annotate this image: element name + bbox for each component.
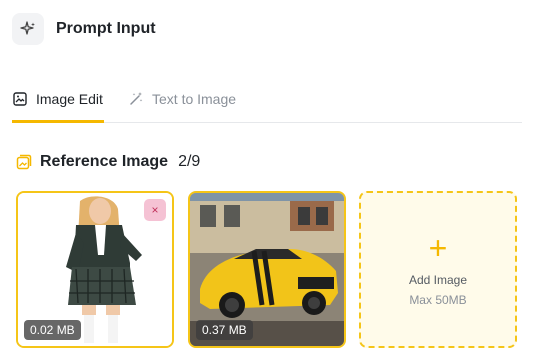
image-size-badge: 0.02 MB xyxy=(24,320,81,340)
max-size-hint: Max 50MB xyxy=(409,292,467,307)
image-size-badge: 0.37 MB xyxy=(196,320,253,340)
header: Prompt Input xyxy=(12,13,156,45)
image-edit-icon xyxy=(13,92,27,106)
reference-image-card-1[interactable]: × 0.02 MB xyxy=(16,191,174,348)
reference-image-card-2[interactable]: 0.37 MB xyxy=(188,191,346,348)
plus-icon: + xyxy=(428,229,448,266)
reference-image-heading: Reference Image 2/9 xyxy=(16,153,200,171)
tab-text-to-image[interactable]: Text to Image xyxy=(128,86,236,122)
tab-image-edit-label: Image Edit xyxy=(36,91,103,107)
reference-image-title: Reference Image xyxy=(40,153,169,170)
tab-image-edit[interactable]: Image Edit xyxy=(12,86,104,123)
tab-text-to-image-label: Text to Image xyxy=(152,91,237,107)
page-title: Prompt Input xyxy=(56,20,156,37)
reference-image-count: 2/9 xyxy=(178,153,201,170)
tab-bar: Image Edit Text to Image xyxy=(12,86,522,123)
sparkle-icon xyxy=(12,13,44,45)
add-image-button[interactable]: + Add Image Max 50MB xyxy=(359,191,517,348)
image-gallery-icon xyxy=(16,154,32,170)
magic-wand-icon xyxy=(130,92,143,105)
remove-image-button[interactable]: × xyxy=(144,199,166,221)
add-image-label: Add Image xyxy=(408,272,468,287)
